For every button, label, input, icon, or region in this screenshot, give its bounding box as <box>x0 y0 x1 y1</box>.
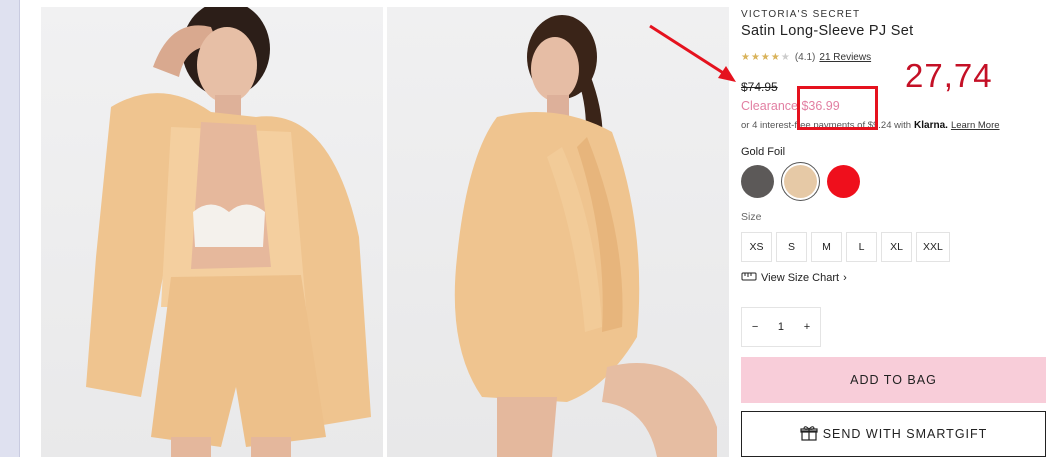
brand-name: VICTORIA'S SECRET <box>741 9 861 20</box>
annotation-arrow-icon <box>649 24 736 82</box>
size-option-m[interactable]: M <box>811 232 842 262</box>
quantity-value: 1 <box>777 321 785 333</box>
size-option-s[interactable]: S <box>776 232 807 262</box>
add-to-bag-button[interactable]: ADD TO BAG <box>741 357 1046 403</box>
size-option-l[interactable]: L <box>846 232 877 262</box>
red-swatch[interactable] <box>827 165 860 198</box>
left-rail <box>0 0 20 457</box>
ruler-icon <box>741 271 757 285</box>
original-price: $74.95 <box>741 80 778 94</box>
learn-more-link[interactable]: Learn More <box>951 120 1000 131</box>
annotation-highlight-box <box>797 86 878 130</box>
annotation-note: 27,74 <box>905 57 993 94</box>
chevron-right-icon: › <box>843 272 847 284</box>
klarna-logo: Klarna. <box>914 120 948 131</box>
product-info-panel: VICTORIA'S SECRET Satin Long-Sleeve PJ S… <box>741 0 1046 457</box>
rating-row: ★★★★★ (4.1) 21 Reviews <box>741 52 871 63</box>
product-image-front[interactable] <box>41 7 383 457</box>
view-size-chart-link[interactable]: View Size Chart › <box>741 271 847 285</box>
clearance-label: Clearance <box>741 99 798 113</box>
size-selector: XS S M L XL XXL <box>741 232 950 262</box>
quantity-stepper: − 1 + <box>741 307 821 347</box>
rating-value: (4.1) <box>794 52 816 63</box>
size-option-xl[interactable]: XL <box>881 232 912 262</box>
size-option-xs[interactable]: XS <box>741 232 772 262</box>
gold-foil-swatch[interactable] <box>781 162 820 201</box>
model-front-illustration <box>86 7 371 457</box>
size-label: Size <box>741 211 762 223</box>
size-chart-label: View Size Chart <box>761 272 840 284</box>
send-with-smartgift-button[interactable]: SEND WITH SMARTGIFT <box>741 411 1046 457</box>
smartgift-label: SEND WITH SMARTGIFT <box>822 427 988 441</box>
size-option-xxl[interactable]: XXL <box>916 232 950 262</box>
selected-color-name: Gold Foil <box>741 146 786 158</box>
product-title: Satin Long-Sleeve PJ Set <box>741 23 914 39</box>
plus-icon[interactable]: + <box>804 321 810 333</box>
reviews-link[interactable]: 21 Reviews <box>819 52 871 63</box>
star-rating-icon: ★★★★★ <box>741 52 791 63</box>
color-swatches <box>741 162 860 201</box>
product-page: VICTORIA'S SECRET Satin Long-Sleeve PJ S… <box>0 0 1046 457</box>
gift-icon <box>800 425 818 444</box>
charcoal-swatch[interactable] <box>741 165 774 198</box>
minus-icon[interactable]: − <box>752 321 758 333</box>
